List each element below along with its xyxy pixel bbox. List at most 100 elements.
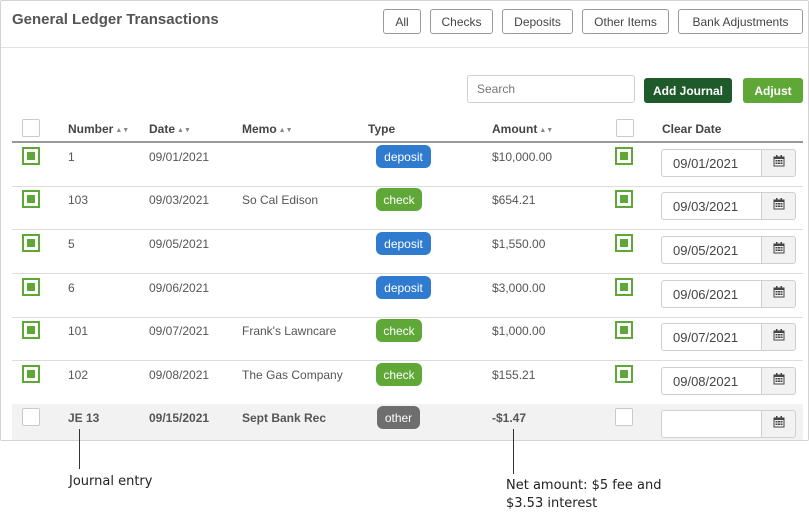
row-select-checkbox[interactable] xyxy=(22,234,40,252)
table-row: 102 09/08/2021 The Gas Company check $155.21 xyxy=(12,361,803,405)
table-row: 1 09/01/2021 deposit $10,000.00 xyxy=(12,143,803,187)
clear-date-input[interactable] xyxy=(661,192,761,220)
column-header-amount[interactable]: Amount ▲▼ xyxy=(492,122,553,136)
row-number: 1 xyxy=(68,150,75,164)
table-row: 101 09/07/2021 Frank's Lawncare check $1,000… xyxy=(12,317,803,361)
calendar-button[interactable] xyxy=(761,367,796,395)
row-select-checkbox[interactable] xyxy=(22,408,40,426)
row-select-checkbox[interactable] xyxy=(22,147,40,165)
row-amount: $654.21 xyxy=(492,193,536,207)
calendar-button[interactable] xyxy=(761,149,796,177)
type-badge: deposit xyxy=(376,276,431,299)
calendar-button[interactable] xyxy=(761,236,796,264)
row-cleared-checkbox[interactable] xyxy=(615,190,633,208)
search-input[interactable] xyxy=(467,75,635,103)
table-row: 103 09/03/2021 So Cal Edison check $654.21 xyxy=(12,186,803,230)
row-cleared-checkbox[interactable] xyxy=(615,365,633,383)
table-row: JE 13 09/15/2021 Sept Bank Rec other -$1.47 xyxy=(12,404,803,440)
journal-entry-callout-line xyxy=(79,429,80,469)
sort-icon: ▲▼ xyxy=(278,127,293,134)
type-badge: check xyxy=(376,188,422,211)
adjust-button[interactable]: Adjust xyxy=(743,78,803,103)
clear-date-input[interactable] xyxy=(661,236,761,264)
sort-icon: ▲▼ xyxy=(539,127,554,134)
page-title: General Ledger Transactions xyxy=(12,11,219,28)
filter-bank-adjustments-button[interactable]: Bank Adjustments xyxy=(678,9,803,34)
row-date: 09/03/2021 xyxy=(149,193,210,207)
sort-icon: ▲▼ xyxy=(177,127,191,134)
clear-date-input[interactable] xyxy=(661,367,761,395)
clear-all-checkbox[interactable] xyxy=(616,119,634,137)
row-amount: $1,000.00 xyxy=(492,324,546,338)
calendar-icon xyxy=(773,197,785,215)
calendar-icon xyxy=(773,372,785,390)
filter-all-button[interactable]: All xyxy=(383,9,421,34)
calendar-icon xyxy=(773,328,785,346)
row-cleared-checkbox[interactable] xyxy=(615,408,633,426)
clear-date-input[interactable] xyxy=(661,280,761,308)
row-memo: The Gas Company xyxy=(242,368,343,382)
net-amount-callout-line1: Net amount: $5 fee and xyxy=(506,478,662,493)
sort-icon: ▲▼ xyxy=(115,127,130,134)
calendar-button[interactable] xyxy=(761,410,796,438)
row-number: 5 xyxy=(68,237,75,251)
column-label: Number xyxy=(68,122,114,136)
column-label: Date xyxy=(149,122,176,136)
row-date: 09/08/2021 xyxy=(149,368,210,382)
row-date: 09/01/2021 xyxy=(149,150,210,164)
select-all-checkbox[interactable] xyxy=(22,119,40,137)
row-date: 09/06/2021 xyxy=(149,281,210,295)
panel-header: General Ledger Transactions All Checks D… xyxy=(1,1,808,48)
add-journal-button[interactable]: Add Journal xyxy=(644,78,732,103)
calendar-icon xyxy=(773,154,785,172)
row-memo: Sept Bank Rec xyxy=(242,411,327,425)
row-date: 09/05/2021 xyxy=(149,237,210,251)
column-header-type: Type xyxy=(368,122,396,136)
calendar-icon xyxy=(773,241,785,259)
row-select-checkbox[interactable] xyxy=(22,190,40,208)
row-select-checkbox[interactable] xyxy=(22,278,40,296)
column-header-memo[interactable]: Memo ▲▼ xyxy=(242,122,293,136)
row-cleared-checkbox[interactable] xyxy=(615,321,633,339)
row-select-checkbox[interactable] xyxy=(22,365,40,383)
calendar-button[interactable] xyxy=(761,280,796,308)
row-cleared-checkbox[interactable] xyxy=(615,234,633,252)
gl-transactions-panel: General Ledger Transactions All Checks D… xyxy=(0,0,809,441)
type-badge: deposit xyxy=(376,145,431,168)
row-number: 101 xyxy=(68,324,89,338)
type-badge: check xyxy=(376,319,422,342)
row-amount: $3,000.00 xyxy=(492,281,546,295)
column-header-clear-date: Clear Date xyxy=(662,122,722,136)
row-amount: $1,550.00 xyxy=(492,237,546,251)
clear-date-input[interactable] xyxy=(661,323,761,351)
row-amount: $10,000.00 xyxy=(492,150,553,164)
row-date: 09/07/2021 xyxy=(149,324,210,338)
row-amount: $155.21 xyxy=(492,368,536,382)
calendar-button[interactable] xyxy=(761,323,796,351)
row-amount: -$1.47 xyxy=(492,411,527,425)
row-cleared-checkbox[interactable] xyxy=(615,278,633,296)
row-number: 102 xyxy=(68,368,89,382)
row-number: JE 13 xyxy=(68,411,100,425)
row-number: 103 xyxy=(68,193,89,207)
column-header-number[interactable]: Number ▲▼ xyxy=(68,122,129,136)
type-badge: other xyxy=(377,406,420,429)
clear-date-input[interactable] xyxy=(661,410,761,438)
type-badge: check xyxy=(376,363,422,386)
clear-date-input[interactable] xyxy=(661,149,761,177)
filter-other-items-button[interactable]: Other Items xyxy=(582,9,669,34)
row-select-checkbox[interactable] xyxy=(22,321,40,339)
net-amount-callout-line2: $3.53 interest xyxy=(506,496,598,511)
filter-deposits-button[interactable]: Deposits xyxy=(502,9,573,34)
filter-checks-button[interactable]: Checks xyxy=(430,9,493,34)
column-label: Amount xyxy=(492,122,538,136)
journal-entry-callout: Journal entry xyxy=(69,474,153,489)
column-header-date[interactable]: Date ▲▼ xyxy=(149,122,191,136)
row-memo: So Cal Edison xyxy=(242,193,319,207)
calendar-icon xyxy=(773,285,785,303)
row-cleared-checkbox[interactable] xyxy=(615,147,633,165)
calendar-button[interactable] xyxy=(761,192,796,220)
net-amount-callout-line xyxy=(513,429,514,474)
column-label: Memo xyxy=(242,122,277,136)
table-row: 5 09/05/2021 deposit $1,550.00 xyxy=(12,230,803,274)
